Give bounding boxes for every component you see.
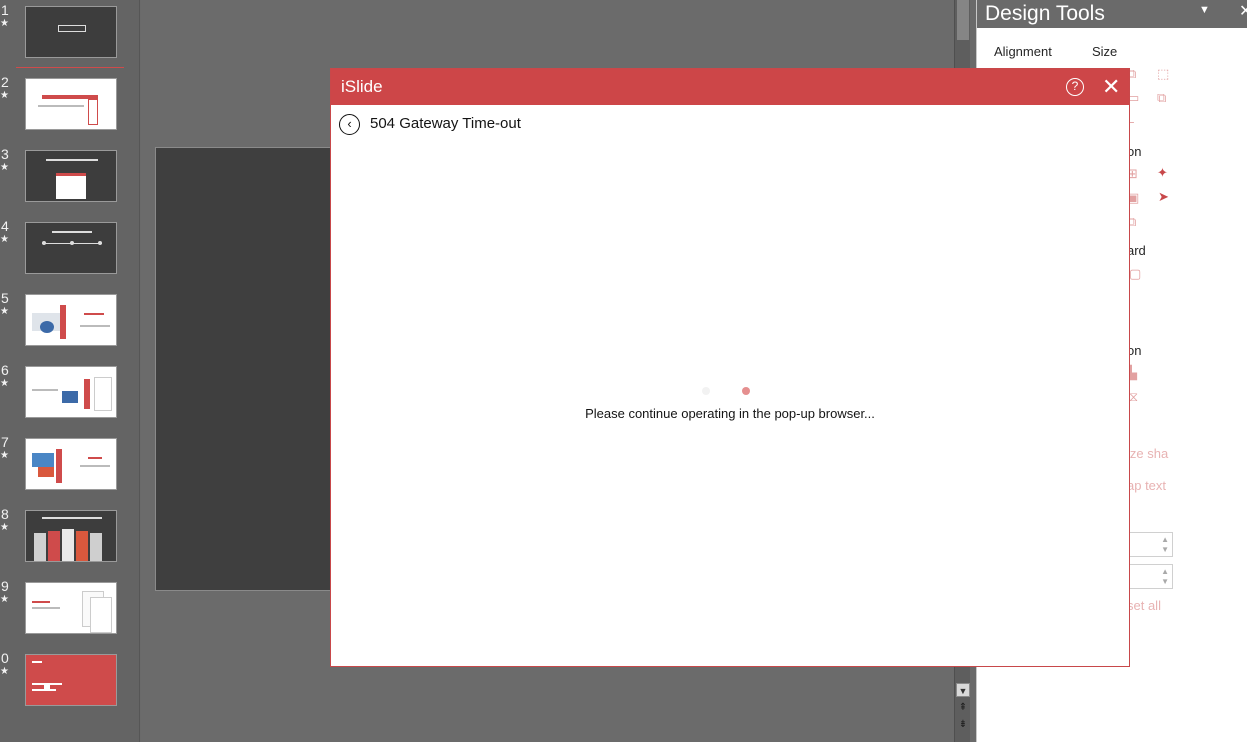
slide-preview[interactable] bbox=[25, 294, 117, 346]
slide-thumbnail-8[interactable]: 8 ★ bbox=[0, 506, 140, 566]
document-icon[interactable]: ▢ bbox=[1129, 267, 1141, 281]
slide-number: 0 bbox=[1, 650, 9, 666]
help-icon[interactable]: ? bbox=[1066, 78, 1084, 96]
slide-canvas[interactable] bbox=[155, 147, 345, 591]
slide-thumbnail-10[interactable]: 0 ★ bbox=[0, 650, 140, 710]
cursor-select-icon[interactable]: ➤ bbox=[1158, 190, 1169, 204]
slide-preview[interactable] bbox=[25, 438, 117, 490]
slide-preview[interactable] bbox=[25, 222, 117, 274]
animation-star-icon: ★ bbox=[0, 306, 9, 317]
slide-thumbnail-9[interactable]: 9 ★ bbox=[0, 578, 140, 638]
resize-icon[interactable]: ⧉ bbox=[1157, 91, 1166, 105]
animation-star-icon: ★ bbox=[0, 162, 9, 173]
animation-star-icon: ★ bbox=[0, 450, 9, 461]
slide-thumbnail-2[interactable]: 2 ★ bbox=[0, 74, 140, 134]
group-select-icon[interactable]: ⬚ bbox=[1157, 67, 1169, 81]
previous-slide-icon[interactable]: ⇞ bbox=[956, 701, 970, 715]
dialog-title: iSlide bbox=[341, 77, 383, 96]
size-label: Size bbox=[1092, 44, 1118, 59]
selection-indicator bbox=[16, 67, 124, 68]
animation-star-icon: ★ bbox=[0, 522, 9, 533]
animation-star-icon: ★ bbox=[0, 18, 9, 29]
status-message: Please continue operating in the pop-up … bbox=[585, 406, 875, 421]
slide-thumbnail-4[interactable]: 4 ★ bbox=[0, 218, 140, 278]
slide-number: 9 bbox=[1, 578, 9, 594]
slide-preview[interactable] bbox=[25, 150, 117, 202]
wrap-text-option[interactable]: ap text bbox=[1127, 478, 1166, 494]
slide-thumbnail-pane[interactable]: 1 ★ 2 ★ 3 ★ 4 ★ 5 ★ 6 ★ 7 ★ 8 ★ 9 ★ 0 ★ bbox=[0, 0, 140, 742]
animation-star-icon: ★ bbox=[0, 378, 9, 389]
slide-number: 5 bbox=[1, 290, 9, 306]
auto-size-option[interactable]: ize sha bbox=[1127, 446, 1168, 462]
close-icon[interactable]: ✕ bbox=[1239, 1, 1247, 21]
islide-dialog[interactable]: iSlide ? ✕ ‹ 504 Gateway Time-out Please… bbox=[330, 68, 1130, 667]
slide-number: 6 bbox=[1, 362, 9, 378]
alignment-label: Alignment bbox=[994, 44, 1052, 59]
slide-preview[interactable] bbox=[25, 582, 117, 634]
slide-number: 8 bbox=[1, 506, 9, 522]
design-tools-title: Design Tools bbox=[985, 2, 1105, 25]
slide-thumbnail-3[interactable]: 3 ★ bbox=[0, 146, 140, 206]
slide-number: 1 bbox=[1, 2, 9, 18]
animation-star-icon: ★ bbox=[0, 594, 9, 605]
chevron-down-icon[interactable]: ▼ bbox=[1199, 4, 1210, 16]
height-spinner[interactable]: ▲ ▼ bbox=[1128, 564, 1173, 589]
slide-preview[interactable] bbox=[25, 654, 117, 706]
animation-star-icon: ★ bbox=[0, 666, 9, 677]
scroll-down-button[interactable]: ▼ bbox=[956, 683, 970, 697]
filter-icon[interactable]: ⧖ bbox=[1129, 390, 1138, 404]
animation-star-icon: ★ bbox=[0, 90, 9, 101]
error-heading: 504 Gateway Time-out bbox=[370, 115, 521, 132]
reset-all-link[interactable]: set all bbox=[1127, 598, 1161, 614]
slide-thumbnail-1[interactable]: 1 ★ bbox=[0, 2, 140, 62]
slide-preview[interactable] bbox=[25, 510, 117, 562]
slide-thumbnail-5[interactable]: 5 ★ bbox=[0, 290, 140, 350]
design-tools-header: Design Tools ▼ ✕ bbox=[977, 0, 1247, 28]
loading-dot bbox=[702, 387, 710, 395]
slide-number: 2 bbox=[1, 74, 9, 90]
slide-number: 4 bbox=[1, 218, 9, 234]
slide-thumbnail-6[interactable]: 6 ★ bbox=[0, 362, 140, 422]
slide-preview[interactable] bbox=[25, 366, 117, 418]
slide-number: 3 bbox=[1, 146, 9, 162]
magic-wand-icon[interactable]: ✦ bbox=[1157, 166, 1168, 180]
slide-thumbnail-7[interactable]: 7 ★ bbox=[0, 434, 140, 494]
slide-preview[interactable] bbox=[25, 78, 117, 130]
back-arrow-icon[interactable]: ‹ bbox=[339, 114, 360, 135]
scrollbar-thumb[interactable] bbox=[957, 0, 969, 40]
slide-preview[interactable] bbox=[25, 6, 117, 58]
loading-dot bbox=[742, 387, 750, 395]
close-icon[interactable]: ✕ bbox=[1102, 74, 1120, 100]
dialog-title-bar[interactable]: iSlide ? ✕ bbox=[331, 69, 1129, 105]
width-spinner[interactable]: ▲ ▼ bbox=[1128, 532, 1173, 557]
animation-star-icon: ★ bbox=[0, 234, 9, 245]
next-slide-icon[interactable]: ⇟ bbox=[956, 718, 970, 732]
slide-number: 7 bbox=[1, 434, 9, 450]
